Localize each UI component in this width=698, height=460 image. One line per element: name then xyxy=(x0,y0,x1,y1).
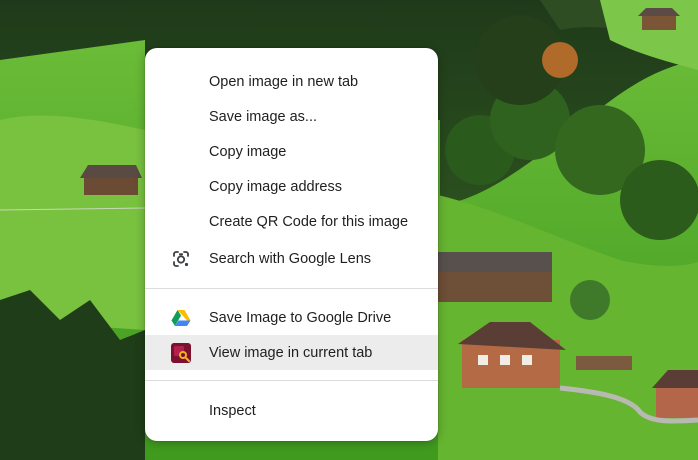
menu-item-label: Save Image to Google Drive xyxy=(209,309,392,326)
menu-item-label: Copy image xyxy=(209,143,287,160)
menu-item-label: Create QR Code for this image xyxy=(209,213,409,230)
google-lens-icon xyxy=(171,249,191,269)
menu-item-view-image-current-tab[interactable]: View image in current tab xyxy=(145,335,438,370)
menu-separator xyxy=(145,288,438,289)
view-image-extension-icon xyxy=(171,342,191,363)
menu-item-copy-image-address[interactable]: Copy image address xyxy=(145,169,438,204)
menu-item-label: Open image in new tab xyxy=(209,73,359,90)
context-menu: Open image in new tab Save image as... C… xyxy=(145,48,438,441)
menu-item-open-image-new-tab[interactable]: Open image in new tab xyxy=(145,64,438,99)
menu-item-save-to-google-drive[interactable]: Save Image to Google Drive xyxy=(145,300,438,335)
menu-item-label: Save image as... xyxy=(209,108,317,125)
menu-item-copy-image[interactable]: Copy image xyxy=(145,134,438,169)
menu-item-label: Copy image address xyxy=(209,178,342,195)
menu-item-label: Inspect xyxy=(209,402,256,419)
menu-item-label: View image in current tab xyxy=(209,344,373,361)
menu-separator xyxy=(145,380,438,381)
menu-item-save-image-as[interactable]: Save image as... xyxy=(145,99,438,134)
menu-item-inspect[interactable]: Inspect xyxy=(145,393,438,428)
menu-item-search-google-lens[interactable]: Search with Google Lens xyxy=(145,239,438,278)
menu-item-label: Search with Google Lens xyxy=(209,250,372,267)
google-drive-icon xyxy=(171,308,191,328)
menu-item-create-qr-code[interactable]: Create QR Code for this image xyxy=(145,204,438,239)
